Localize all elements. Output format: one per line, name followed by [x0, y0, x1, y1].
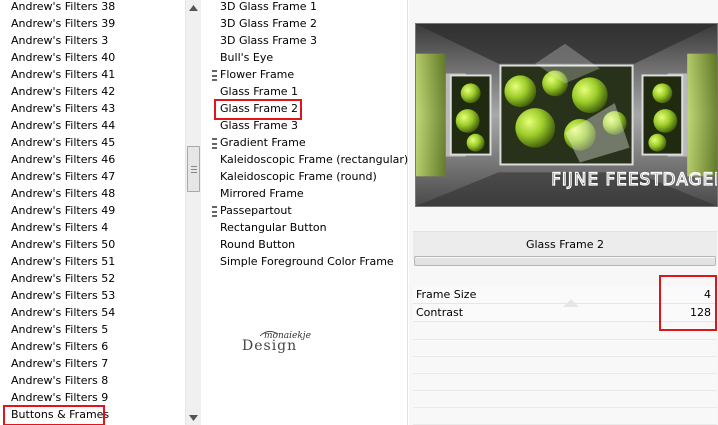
filter-item[interactable]: 3D Glass Frame 3: [220, 33, 317, 50]
scroll-thumb[interactable]: [187, 146, 200, 192]
category-item[interactable]: Andrew's Filters 9: [11, 390, 108, 407]
category-item[interactable]: Andrew's Filters 54: [11, 305, 115, 322]
category-item[interactable]: Andrew's Filters 39: [11, 16, 115, 33]
category-item[interactable]: Andrew's Filters 40: [11, 50, 115, 67]
filter-item[interactable]: Glass Frame 3: [220, 118, 298, 135]
category-item[interactable]: Andrew's Filters 5: [11, 322, 108, 339]
category-item[interactable]: Andrew's Filters 51: [11, 254, 115, 271]
category-item[interactable]: Andrew's Filters 41: [11, 67, 115, 84]
filter-item[interactable]: Kaleidoscopic Frame (round): [220, 169, 377, 186]
category-item[interactable]: Andrew's Filters 7: [11, 356, 108, 373]
filter-item[interactable]: Bull's Eye: [220, 50, 273, 67]
category-item[interactable]: Andrew's Filters 50: [11, 237, 115, 254]
filter-item[interactable]: Round Button: [220, 237, 295, 254]
preview-caption: FIJNE FEESTDAGEN: [551, 169, 717, 189]
category-item[interactable]: Andrew's Filters 48: [11, 186, 115, 203]
preview-image: FIJNE FEESTDAGEN: [415, 23, 718, 207]
group-grip-icon: [212, 138, 217, 149]
category-item[interactable]: Andrew's Filters 43: [11, 101, 115, 118]
category-item[interactable]: Andrew's Filters 38: [11, 0, 115, 16]
scroll-down-icon[interactable]: [186, 410, 201, 425]
group-grip-icon: [212, 70, 217, 81]
logo-script: monaiekje: [264, 331, 311, 341]
preview-pane: FIJNE FEESTDAGEN Glass Frame 2 Frame Siz…: [409, 0, 718, 425]
slider-marker: [563, 299, 579, 307]
category-item[interactable]: Andrew's Filters 6: [11, 339, 108, 356]
category-item[interactable]: Andrew's Filters 46: [11, 152, 115, 169]
category-item[interactable]: Andrew's Filters 45: [11, 135, 115, 152]
filter-item[interactable]: 3D Glass Frame 2: [220, 16, 317, 33]
category-pane: Andrew's Filters 38 Andrew's Filters 39 An…: [0, 0, 201, 425]
filter-item[interactable]: Flower Frame: [220, 67, 294, 84]
category-item[interactable]: Andrew's Filters 8: [11, 373, 108, 390]
category-item[interactable]: Andrew's Filters 42: [11, 84, 115, 101]
empty-param-row: [413, 340, 717, 357]
category-item[interactable]: Buttons & Frames: [3, 405, 109, 425]
filter-item[interactable]: Gradient Frame: [220, 135, 306, 152]
filter-item[interactable]: Glass Frame 2: [214, 99, 302, 120]
category-item[interactable]: Andrew's Filters 52: [11, 271, 115, 288]
category-item[interactable]: Andrew's Filters 3: [11, 33, 108, 50]
category-item[interactable]: Andrew's Filters 4: [11, 220, 108, 237]
category-item[interactable]: Andrew's Filters 47: [11, 169, 115, 186]
category-item[interactable]: Andrew's Filters 44: [11, 118, 115, 135]
category-item[interactable]: Andrew's Filters 49: [11, 203, 115, 220]
param-label: Frame Size: [416, 288, 477, 301]
filter-item[interactable]: Glass Frame 1: [220, 84, 298, 101]
category-scrollbar[interactable]: [185, 0, 201, 425]
group-grip-icon: [212, 206, 217, 217]
design-logo: Design monaiekje: [242, 331, 311, 354]
filter-item[interactable]: 3D Glass Frame 1: [220, 0, 317, 16]
value-highlight-box: [659, 275, 717, 331]
filter-item[interactable]: Rectangular Button: [220, 220, 327, 237]
filter-item[interactable]: Simple Foreground Color Frame: [220, 254, 394, 271]
scroll-up-icon[interactable]: [186, 0, 201, 15]
progress-bar: [414, 256, 716, 266]
filter-item[interactable]: Kaleidoscopic Frame (rectangular): [220, 152, 408, 169]
param-label: Contrast: [416, 306, 464, 319]
category-item[interactable]: Andrew's Filters 53: [11, 288, 115, 305]
filter-pane: 3D Glass Frame 1 3D Glass Frame 2 3D Glass…: [202, 0, 408, 425]
empty-param-row: [413, 374, 717, 391]
parameter-list: Frame Size 4 Contrast 128: [413, 275, 717, 425]
category-list: Andrew's Filters 38 Andrew's Filters 39 An…: [0, 0, 185, 425]
filter-item[interactable]: Passepartout: [220, 203, 292, 220]
empty-param-row: [413, 357, 717, 374]
filter-item[interactable]: Mirrored Frame: [220, 186, 304, 203]
filter-name-bar: Glass Frame 2: [413, 231, 717, 258]
empty-param-row: [413, 408, 717, 425]
empty-param-row: [413, 391, 717, 408]
